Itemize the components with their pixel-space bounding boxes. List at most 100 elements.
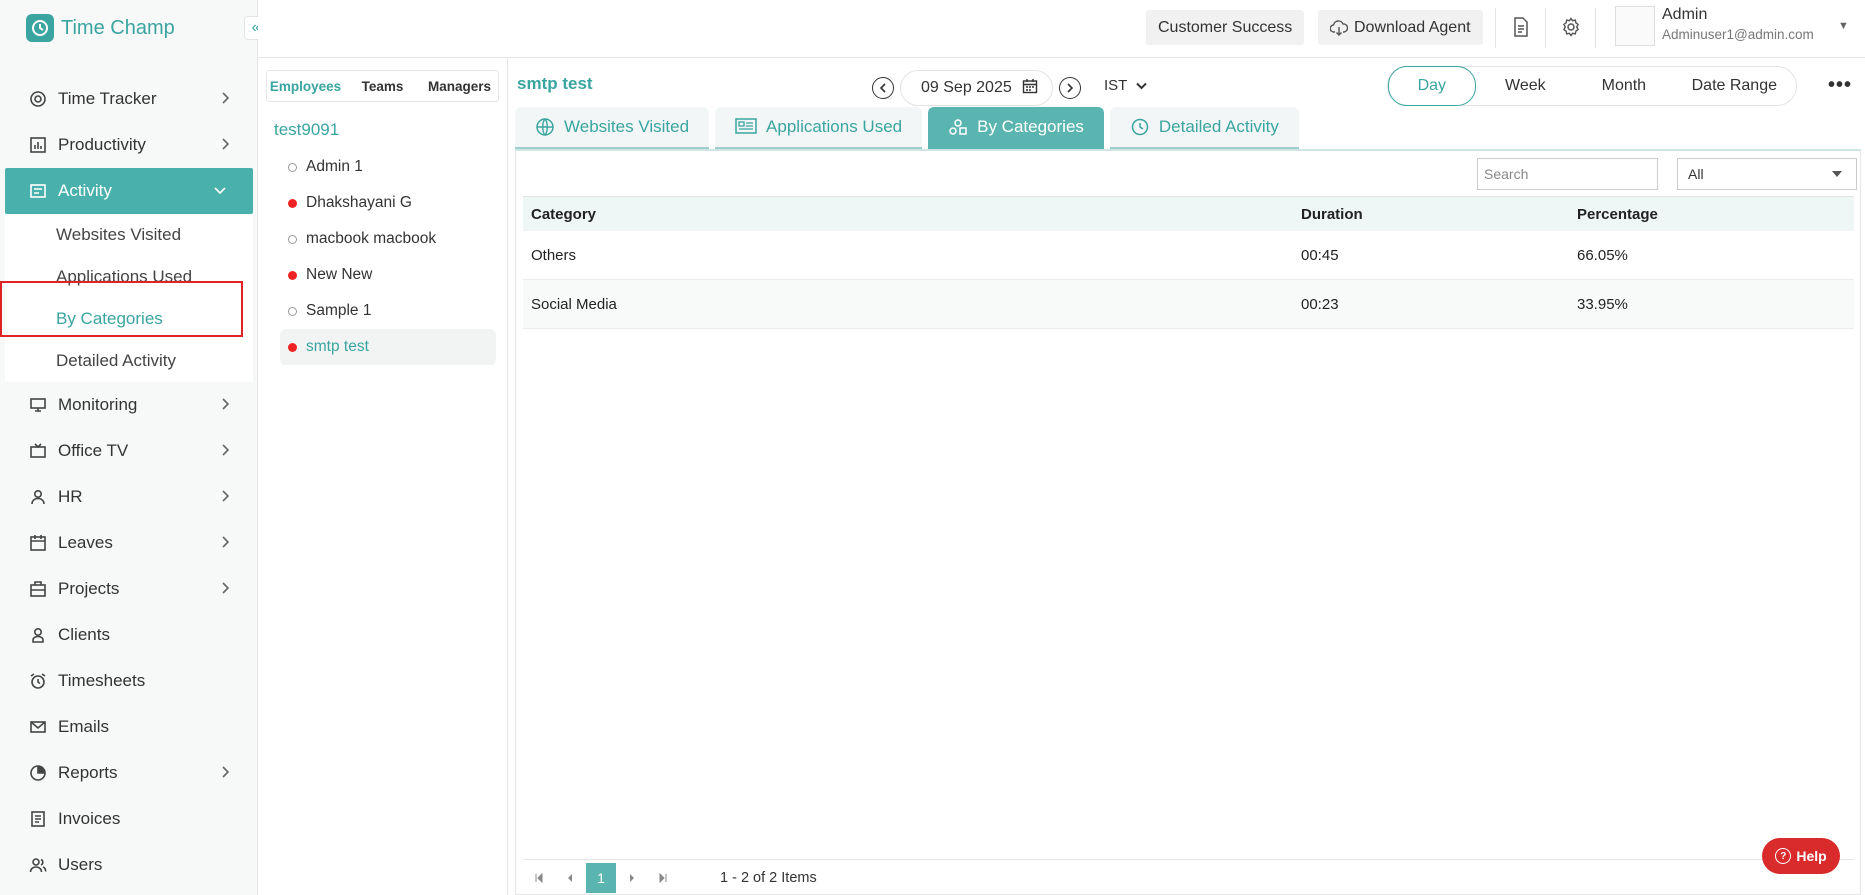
sidebar-item-hr[interactable]: HR xyxy=(0,474,258,520)
employee-name: macbook macbook xyxy=(306,230,437,247)
previous-page-icon[interactable] xyxy=(554,862,585,893)
pagination-info: 1 - 2 of 2 Items xyxy=(720,869,817,886)
time-tracker-icon xyxy=(28,89,48,109)
avatar[interactable] xyxy=(1615,6,1655,46)
category-filter-select[interactable]: All xyxy=(1677,158,1857,190)
document-icon[interactable] xyxy=(1508,14,1534,40)
period-date-range[interactable]: Date Range xyxy=(1673,67,1796,105)
mail-icon xyxy=(28,717,48,737)
sidebar-item-label: Timesheets xyxy=(58,671,146,690)
tab-by-categories[interactable]: By Categories xyxy=(928,107,1104,149)
column-header-percentage[interactable]: Percentage xyxy=(1577,206,1854,223)
timezone-select[interactable]: IST xyxy=(1104,77,1148,94)
tab-label: Websites Visited xyxy=(564,117,690,136)
app-logo[interactable]: Time Champ xyxy=(26,14,175,42)
user-menu-caret-icon[interactable]: ▼ xyxy=(1838,20,1849,32)
chevron-down-icon xyxy=(1133,81,1148,93)
sidebar-item-projects[interactable]: Projects xyxy=(0,566,258,612)
sidebar-item-productivity[interactable]: Productivity xyxy=(0,122,258,168)
period-selector: Day Week Month Date Range xyxy=(1387,66,1797,106)
table-header: Category Duration Percentage xyxy=(523,196,1854,231)
sidebar-item-label: HR xyxy=(58,487,83,506)
download-agent-button[interactable]: Download Agent xyxy=(1318,10,1483,45)
status-dot xyxy=(288,198,297,208)
employee-item[interactable]: macbook macbook xyxy=(280,221,496,257)
tab-applications-used[interactable]: Applications Used xyxy=(715,107,923,149)
date-picker[interactable]: 09 Sep 2025 xyxy=(900,70,1053,106)
sidebar-item-activity[interactable]: Activity xyxy=(5,168,253,214)
employee-name: New New xyxy=(306,266,373,283)
sidebar-item-time-tracker[interactable]: Time Tracker xyxy=(0,76,258,122)
pie-chart-icon xyxy=(28,763,48,783)
activity-submenu: Websites Visited Applications Used By Ca… xyxy=(5,214,253,382)
previous-date-icon[interactable] xyxy=(872,77,894,99)
sidebar-item-label: Clients xyxy=(58,625,110,644)
tab-websites-visited[interactable]: Websites Visited xyxy=(515,107,710,149)
first-page-icon[interactable] xyxy=(523,862,554,893)
employee-item[interactable]: Dhakshayani G xyxy=(280,185,496,221)
sidebar-item-label: Activity xyxy=(58,181,112,200)
tv-icon xyxy=(28,441,48,461)
sidebar-item-label: Reports xyxy=(58,763,118,782)
cell-category: Social Media xyxy=(531,295,617,313)
sidebar-item-invoices[interactable]: Invoices xyxy=(0,796,258,842)
question-icon: ? xyxy=(1775,848,1792,864)
chevron-right-icon xyxy=(218,535,232,549)
employee-list: Admin 1 Dhakshayani G macbook macbook Ne… xyxy=(280,149,496,365)
employee-item-selected[interactable]: smtp test xyxy=(280,329,496,365)
sidebar-item-emails[interactable]: Emails xyxy=(0,704,258,750)
sidebar-item-office-tv[interactable]: Office TV xyxy=(0,428,258,474)
tab-managers[interactable]: Managers xyxy=(421,71,498,101)
employee-item[interactable]: Admin 1 xyxy=(280,149,496,185)
period-day[interactable]: Day xyxy=(1388,66,1476,106)
tab-label: Applications Used xyxy=(766,117,903,136)
customer-success-label: Customer Success xyxy=(1158,18,1293,36)
column-header-category[interactable]: Category xyxy=(523,206,1301,223)
sidebar-item-clients[interactable]: Clients xyxy=(0,612,258,658)
chevron-right-icon xyxy=(218,397,232,411)
period-week[interactable]: Week xyxy=(1476,67,1576,105)
date-navigator: 09 Sep 2025 xyxy=(872,70,1081,106)
table-row[interactable]: Social Media 00:23 33.95% xyxy=(523,280,1854,329)
sidebar-item-monitoring[interactable]: Monitoring xyxy=(0,382,258,428)
settings-gear-icon[interactable] xyxy=(1558,14,1584,40)
employee-item[interactable]: Sample 1 xyxy=(280,293,496,329)
help-button[interactable]: ? Help xyxy=(1762,838,1840,874)
tab-teams[interactable]: Teams xyxy=(344,71,421,101)
categories-table: Category Duration Percentage Others 00:4… xyxy=(523,196,1854,329)
period-month[interactable]: Month xyxy=(1575,67,1673,105)
cell-duration: 00:23 xyxy=(1301,295,1339,313)
table-row[interactable]: Others 00:45 66.05% xyxy=(523,231,1854,280)
cell-percentage: 33.95% xyxy=(1577,295,1628,313)
search-input[interactable] xyxy=(1477,158,1658,190)
employee-item[interactable]: New New xyxy=(280,257,496,293)
tab-detailed-activity[interactable]: Detailed Activity xyxy=(1109,107,1299,149)
sidebar-item-reports[interactable]: Reports xyxy=(0,750,258,796)
more-options-icon[interactable]: ••• xyxy=(1828,74,1852,97)
column-header-duration[interactable]: Duration xyxy=(1301,206,1577,223)
next-date-icon[interactable] xyxy=(1058,77,1081,99)
calendar-icon xyxy=(28,533,48,553)
next-page-icon[interactable] xyxy=(616,862,647,893)
submenu-detailed-activity[interactable]: Detailed Activity xyxy=(5,340,253,382)
invoice-icon xyxy=(28,809,48,829)
sidebar: Time Champ « Time Tracker Productivity A… xyxy=(0,0,268,895)
sidebar-item-label: Invoices xyxy=(58,809,121,828)
user-email: Adminuser1@admin.com xyxy=(1662,27,1814,42)
sidebar-item-leaves[interactable]: Leaves xyxy=(0,520,258,566)
status-dot xyxy=(288,270,297,280)
last-page-icon[interactable] xyxy=(647,862,678,893)
tab-employees[interactable]: Employees xyxy=(267,71,344,101)
submenu-websites-visited[interactable]: Websites Visited xyxy=(5,214,253,256)
customer-success-button[interactable]: Customer Success xyxy=(1146,10,1305,45)
cell-percentage: 66.05% xyxy=(1577,246,1628,264)
activity-icon xyxy=(28,181,48,201)
divider xyxy=(1495,8,1496,48)
submenu-by-categories[interactable]: By Categories xyxy=(5,298,253,340)
group-name[interactable]: test9091 xyxy=(274,120,339,140)
sidebar-item-users[interactable]: Users xyxy=(0,842,258,888)
page-number-current[interactable]: 1 xyxy=(586,862,616,893)
tab-label: By Categories xyxy=(977,117,1084,136)
sidebar-item-timesheets[interactable]: Timesheets xyxy=(0,658,258,704)
submenu-applications-used[interactable]: Applications Used xyxy=(5,256,253,298)
